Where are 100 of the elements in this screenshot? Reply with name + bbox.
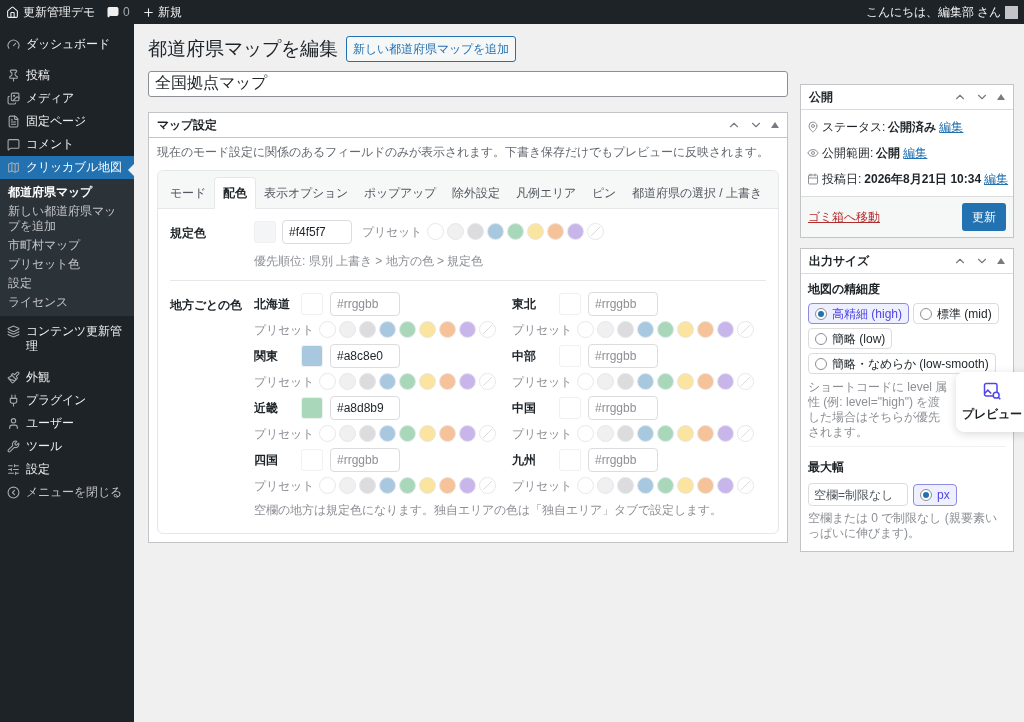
submenu-item[interactable]: プリセット色: [0, 255, 134, 274]
trash-link[interactable]: ゴミ箱へ移動: [808, 208, 880, 226]
no-color-swatch[interactable]: [737, 477, 754, 494]
hex-field[interactable]: #rrggbb: [588, 291, 658, 316]
preset-swatch[interactable]: [379, 321, 396, 338]
sidebar-item[interactable]: 投稿: [0, 64, 134, 87]
no-color-swatch[interactable]: [479, 373, 496, 390]
preset-swatch[interactable]: [379, 477, 396, 494]
submenu-item[interactable]: 都道府県マップ: [0, 183, 134, 202]
sidebar-item[interactable]: 固定ページ: [0, 110, 134, 133]
level-option[interactable]: 高精細 (high): [808, 303, 909, 324]
preset-swatch[interactable]: [419, 373, 436, 390]
preset-swatch[interactable]: [677, 425, 694, 442]
preset-swatch[interactable]: [319, 321, 336, 338]
preset-swatch[interactable]: [717, 321, 734, 338]
preset-swatch[interactable]: [677, 321, 694, 338]
preset-swatch[interactable]: [467, 223, 484, 240]
preset-swatch[interactable]: [577, 425, 594, 442]
plus-icon[interactable]: [141, 5, 155, 19]
radio-button[interactable]: [815, 357, 827, 370]
preset-swatch[interactable]: [459, 373, 476, 390]
preset-swatch[interactable]: [527, 223, 544, 240]
preset-swatch[interactable]: [419, 321, 436, 338]
preset-swatch[interactable]: [399, 477, 416, 494]
settings-tab[interactable]: 配色: [214, 176, 256, 209]
preset-swatch[interactable]: [637, 425, 654, 442]
preset-swatch[interactable]: [447, 223, 464, 240]
preset-swatch[interactable]: [577, 321, 594, 338]
submenu-item[interactable]: 市町村マップ: [0, 236, 134, 255]
sidebar-item[interactable]: 外観: [0, 366, 134, 389]
preset-swatch[interactable]: [399, 373, 416, 390]
site-name[interactable]: 更新管理デモ: [23, 3, 95, 21]
preset-swatch[interactable]: [507, 223, 524, 240]
avatar-icon[interactable]: [1005, 5, 1018, 19]
submenu-item[interactable]: 設定: [0, 274, 134, 293]
preset-swatch[interactable]: [617, 477, 634, 494]
preset-swatch[interactable]: [379, 373, 396, 390]
new-link[interactable]: 新規: [157, 3, 182, 21]
preset-swatch[interactable]: [567, 223, 584, 240]
preset-swatch[interactable]: [697, 425, 714, 442]
preset-swatch[interactable]: [577, 373, 594, 390]
hex-field[interactable]: #rrggbb: [330, 291, 400, 316]
preset-swatch[interactable]: [637, 477, 654, 494]
preset-swatch[interactable]: [697, 373, 714, 390]
preset-swatch[interactable]: [487, 223, 504, 240]
preset-swatch[interactable]: [427, 223, 444, 240]
preset-swatch[interactable]: [319, 425, 336, 442]
preset-swatch[interactable]: [439, 321, 456, 338]
settings-tab[interactable]: 表示オプション: [256, 177, 356, 208]
preset-swatch[interactable]: [339, 477, 356, 494]
sidebar-item[interactable]: ツール: [0, 435, 134, 458]
no-color-swatch[interactable]: [737, 425, 754, 442]
no-color-swatch[interactable]: [479, 425, 496, 442]
preset-swatch[interactable]: [717, 425, 734, 442]
toggle-icon[interactable]: [771, 121, 779, 128]
preset-swatch[interactable]: [697, 321, 714, 338]
preset-swatch[interactable]: [439, 373, 456, 390]
hex-field[interactable]: #a8c8e0: [330, 343, 400, 368]
preset-swatch[interactable]: [577, 477, 594, 494]
sidebar-item[interactable]: ダッシュボード: [0, 33, 134, 56]
hex-field[interactable]: #rrggbb: [588, 447, 658, 472]
preview-button[interactable]: プレビュー: [956, 372, 1024, 432]
settings-tab[interactable]: モード: [162, 177, 214, 208]
radio-button[interactable]: [815, 332, 827, 345]
preset-swatch[interactable]: [717, 373, 734, 390]
preset-swatch[interactable]: [399, 321, 416, 338]
no-color-swatch[interactable]: [479, 321, 496, 338]
no-color-swatch[interactable]: [737, 373, 754, 390]
level-option[interactable]: 標準 (mid): [913, 303, 999, 324]
hex-field[interactable]: #rrggbb: [588, 343, 658, 368]
edit-link[interactable]: 編集: [984, 170, 1009, 188]
settings-tab[interactable]: 都道府県の選択 / 上書き: [624, 177, 770, 208]
max-width-field[interactable]: 空欄=制限なし: [808, 483, 908, 506]
preset-swatch[interactable]: [637, 373, 654, 390]
edit-link[interactable]: 編集: [903, 144, 928, 162]
preset-swatch[interactable]: [339, 321, 356, 338]
sidebar-item[interactable]: ユーザー: [0, 412, 134, 435]
settings-tab[interactable]: 凡例エリア: [508, 177, 584, 208]
preset-swatch[interactable]: [339, 373, 356, 390]
preset-swatch[interactable]: [459, 425, 476, 442]
sidebar-item[interactable]: メニューを閉じる: [0, 481, 134, 504]
preset-swatch[interactable]: [657, 477, 674, 494]
no-color-swatch[interactable]: [737, 321, 754, 338]
add-new-button[interactable]: 新しい都道府県マップを追加: [346, 36, 516, 63]
sidebar-item[interactable]: クリッカブル地図: [0, 156, 134, 179]
color-swatch[interactable]: [301, 344, 323, 367]
preset-swatch[interactable]: [319, 373, 336, 390]
toggle-icon[interactable]: [997, 258, 1005, 264]
preset-swatch[interactable]: [439, 425, 456, 442]
no-color-swatch[interactable]: [587, 223, 604, 240]
preset-swatch[interactable]: [399, 425, 416, 442]
preset-swatch[interactable]: [697, 477, 714, 494]
level-option[interactable]: 簡略 (low): [808, 328, 893, 349]
preset-swatch[interactable]: [359, 425, 376, 442]
sidebar-item[interactable]: 設定: [0, 458, 134, 481]
unit-option[interactable]: px: [913, 483, 957, 506]
preset-swatch[interactable]: [339, 425, 356, 442]
sidebar-item[interactable]: プラグイン: [0, 389, 134, 412]
radio-button[interactable]: [920, 307, 932, 320]
hex-field[interactable]: #f4f5f7: [282, 219, 352, 244]
